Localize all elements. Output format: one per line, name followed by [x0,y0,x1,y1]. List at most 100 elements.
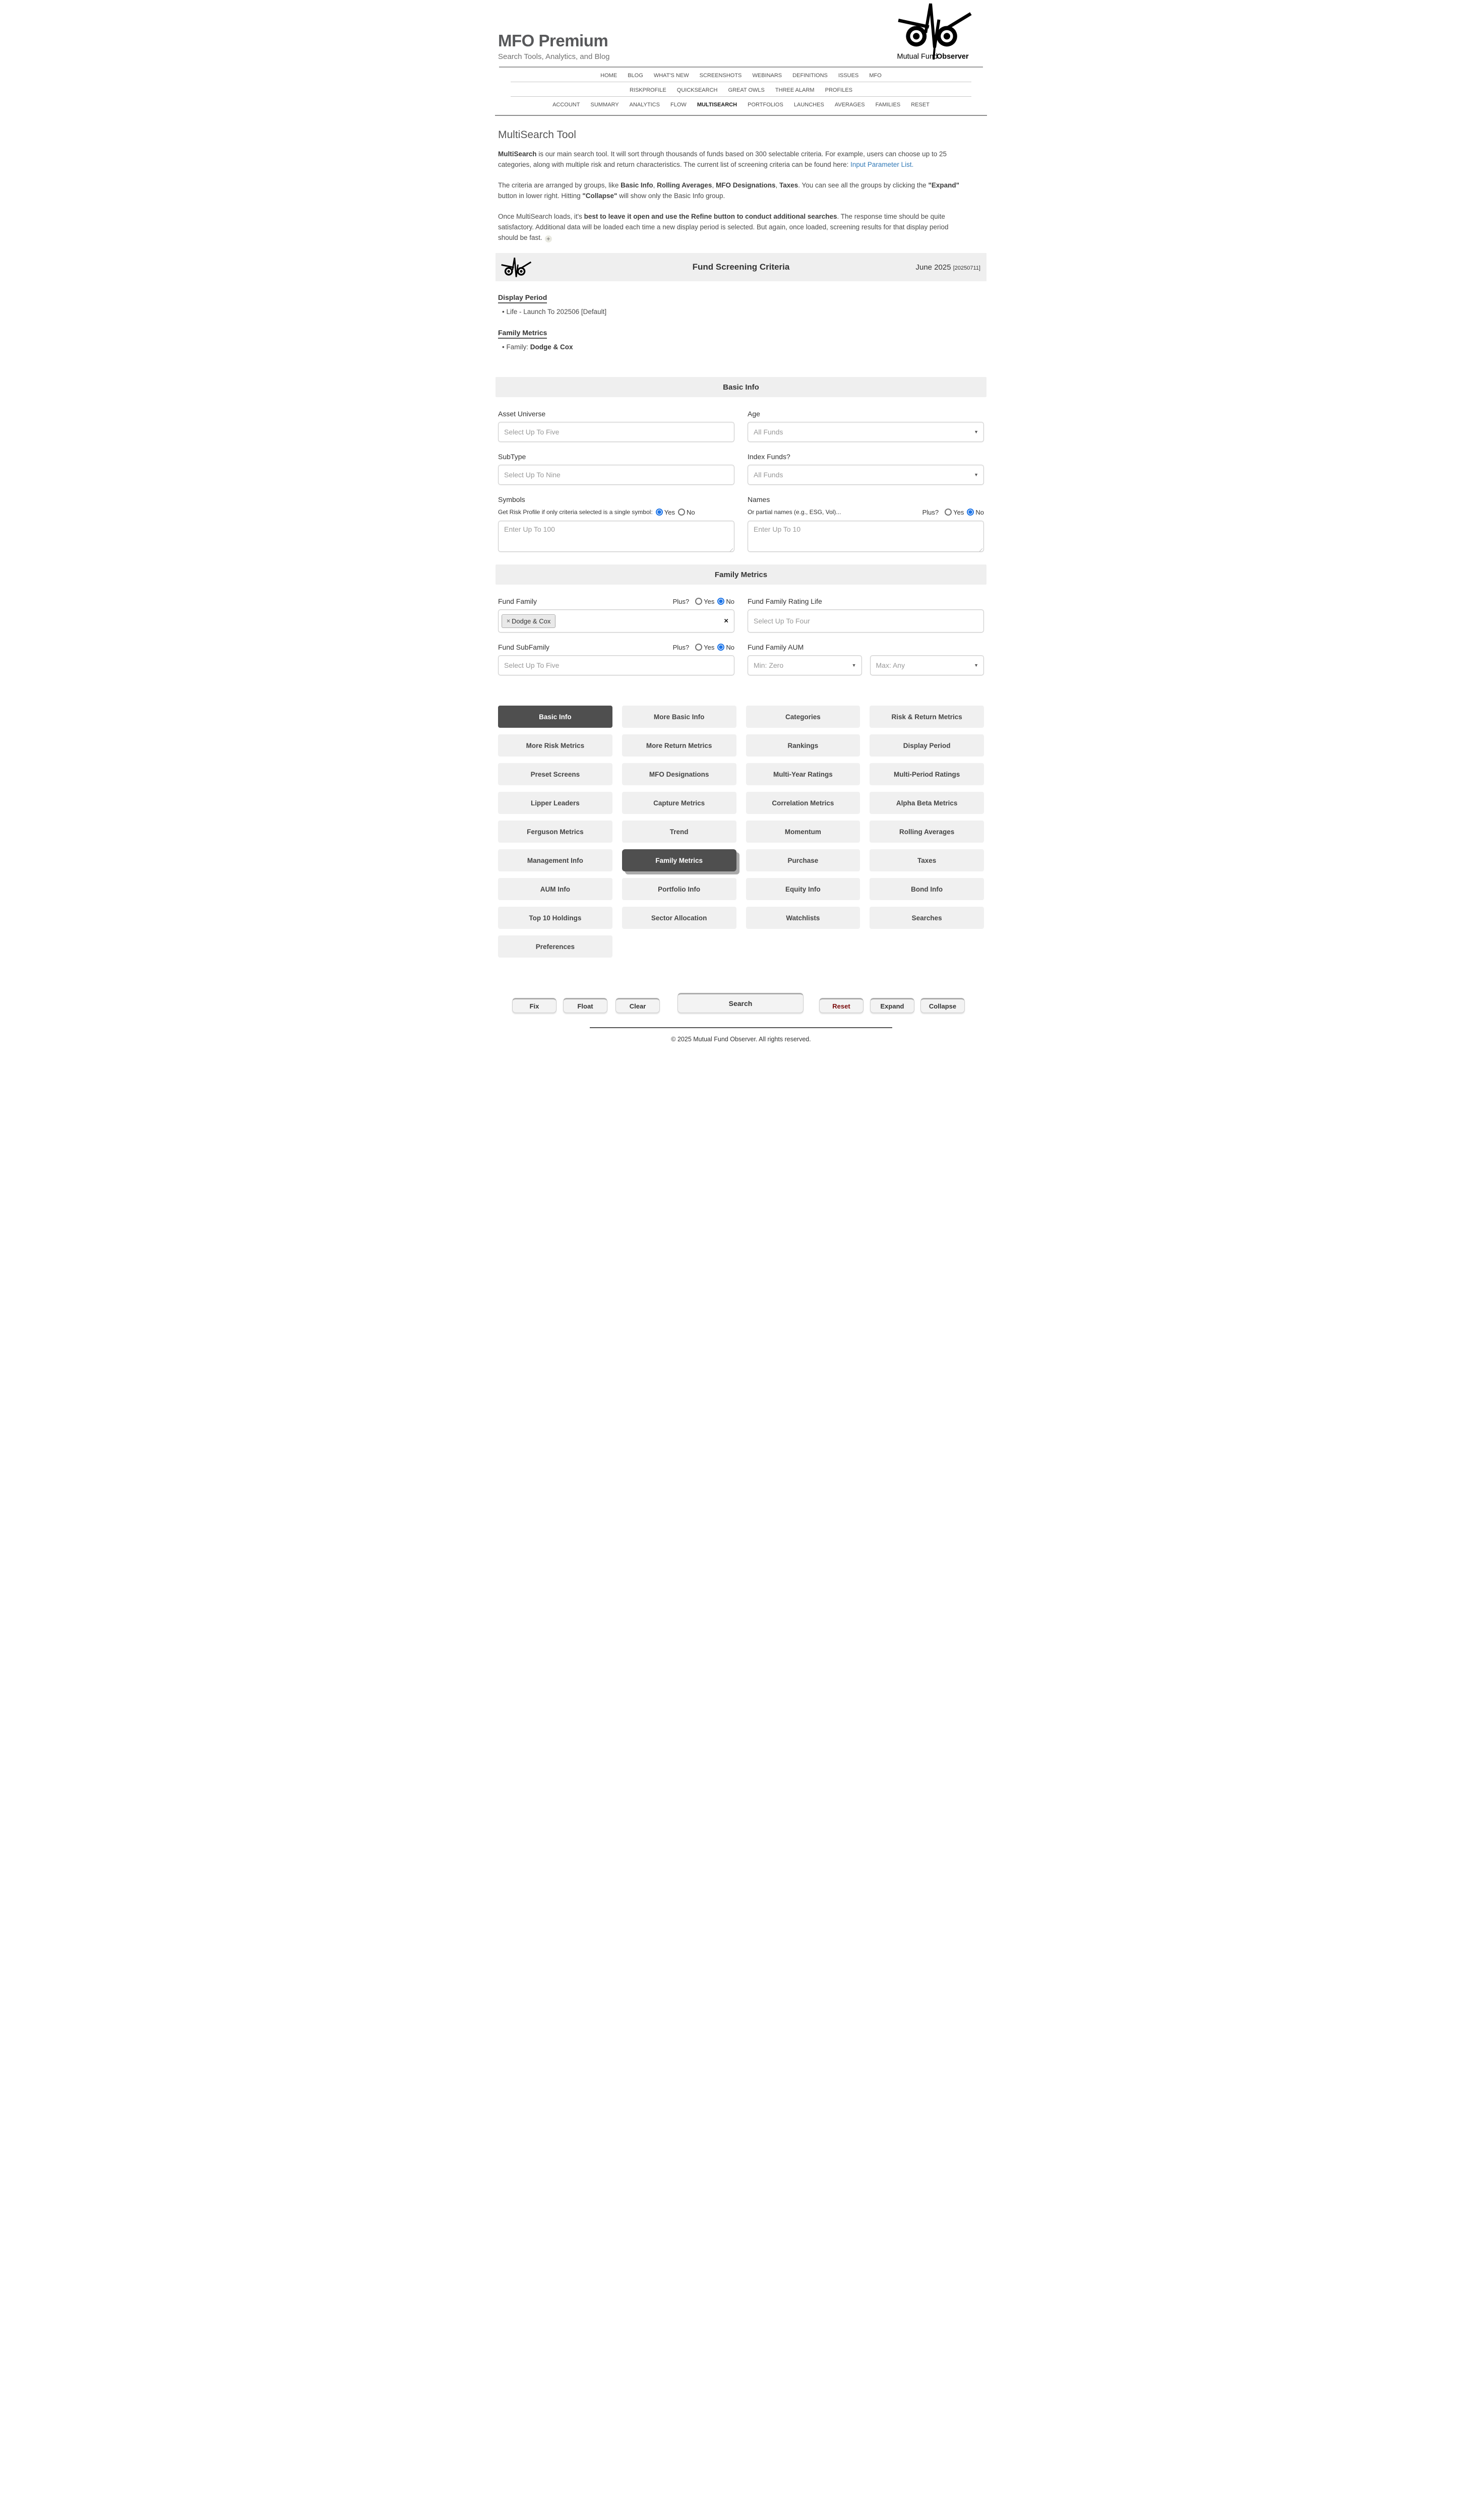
names-plus-no-label: No [975,509,984,516]
group-button-searches[interactable]: Searches [870,907,984,929]
nav-item-home[interactable]: HOME [600,73,617,79]
asset-universe-input[interactable] [498,422,734,442]
aum-max-select[interactable]: Max: Any▼ [870,655,984,675]
nav-item-mfo[interactable]: MFO [869,73,881,79]
intro2-text-3: , [712,181,716,189]
fund-family-plus-no-radio[interactable] [717,598,724,605]
nav-item-families[interactable]: FAMILIES [876,102,901,108]
group-button-rolling-averages[interactable]: Rolling Averages [870,821,984,843]
nav-item-great-owls[interactable]: GREAT OWLS [728,87,765,93]
nav-item-whats-new[interactable]: WHAT'S NEW [654,73,689,79]
group-button-management-info[interactable]: Management Info [498,849,612,871]
group-button-lipper-leaders[interactable]: Lipper Leaders [498,792,612,814]
group-button-rankings[interactable]: Rankings [746,734,860,757]
nav-item-issues[interactable]: ISSUES [838,73,858,79]
input-parameter-list-link[interactable]: Input Parameter List. [850,161,913,168]
nav-item-riskprofile[interactable]: RISKPROFILE [630,87,666,93]
fund-family-field: Fund Family Plus? Yes No ×Dodge & Cox × [498,597,734,633]
names-textarea[interactable] [748,521,984,552]
display-period-heading: Display Period [498,293,547,303]
group-button-more-basic-info[interactable]: More Basic Info [622,706,736,728]
collapse-button[interactable]: Collapse [920,998,965,1013]
family-metrics-item-label: Family: [506,343,530,351]
nav-item-quicksearch[interactable]: QUICKSEARCH [677,87,718,93]
group-button-risk-return-metrics[interactable]: Risk & Return Metrics [870,706,984,728]
nav-item-launches[interactable]: LAUNCHES [794,102,824,108]
aum-min-select[interactable]: Min: Zero▼ [748,655,862,675]
fund-subfamily-plus-yes-radio[interactable] [695,644,702,651]
nav-item-averages[interactable]: AVERAGES [835,102,865,108]
nav-item-screenshots[interactable]: SCREENSHOTS [700,73,742,79]
search-button[interactable]: Search [677,993,804,1013]
nav-item-profiles[interactable]: PROFILES [825,87,852,93]
float-button[interactable]: Float [563,998,607,1013]
group-button-momentum[interactable]: Momentum [746,821,860,843]
nav-item-three-alarm[interactable]: THREE ALARM [775,87,815,93]
nav-item-summary[interactable]: SUMMARY [591,102,619,108]
clear-button[interactable]: Clear [615,998,660,1013]
nav-item-blog[interactable]: BLOG [628,73,643,79]
group-button-mfo-designations[interactable]: MFO Designations [622,763,736,785]
group-button-watchlists[interactable]: Watchlists [746,907,860,929]
group-button-categories[interactable]: Categories [746,706,860,728]
age-select[interactable]: All Funds▼ [748,422,984,442]
symbols-textarea[interactable] [498,521,734,552]
nav-item-portfolios[interactable]: PORTFOLIOS [748,102,783,108]
tag-remove-icon[interactable]: × [507,617,510,624]
group-button-trend[interactable]: Trend [622,821,736,843]
group-button-taxes[interactable]: Taxes [870,849,984,871]
symbols-no-radio[interactable] [678,509,685,516]
group-button-capture-metrics[interactable]: Capture Metrics [622,792,736,814]
expand-button[interactable]: Expand [870,998,914,1013]
intro-paragraph-2: The criteria are arranged by groups, lik… [498,180,967,202]
group-button-more-return-metrics[interactable]: More Return Metrics [622,734,736,757]
expand-note-plus-icon[interactable]: + [545,235,552,242]
intro-paragraph-3: Once MultiSearch loads, it's best to lea… [498,212,967,243]
nav-item-definitions[interactable]: DEFINITIONS [792,73,828,79]
nav-item-account[interactable]: ACCOUNT [552,102,580,108]
group-button-preferences[interactable]: Preferences [498,935,612,958]
fund-screening-criteria-bar: Fund Screening Criteria June 2025 [20250… [496,253,986,281]
intro2-text-5: . You can see all the groups by clicking… [798,181,928,189]
group-button-sector-allocation[interactable]: Sector Allocation [622,907,736,929]
group-button-alpha-beta-metrics[interactable]: Alpha Beta Metrics [870,792,984,814]
group-button-basic-info[interactable]: Basic Info [498,706,612,728]
subtype-input[interactable] [498,465,734,485]
asset-universe-label: Asset Universe [498,410,545,418]
fund-subfamily-input[interactable] [498,655,734,675]
fund-family-multiselect[interactable]: ×Dodge & Cox × [498,609,734,633]
group-button-purchase[interactable]: Purchase [746,849,860,871]
clear-field-icon[interactable]: × [724,617,728,625]
group-button-top-10-holdings[interactable]: Top 10 Holdings [498,907,612,929]
svg-text:Observer: Observer [937,53,969,61]
group-button-preset-screens[interactable]: Preset Screens [498,763,612,785]
fund-family-aum-field: Fund Family AUM Min: Zero▼ Max: Any▼ [748,643,984,675]
names-plus-no-radio[interactable] [967,509,974,516]
nav-item-reset[interactable]: RESET [911,102,930,108]
symbols-yes-radio[interactable] [656,509,663,516]
names-field: Names Or partial names (e.g., ESG, Vol).… [748,495,984,554]
group-button-more-risk-metrics[interactable]: More Risk Metrics [498,734,612,757]
group-button-portfolio-info[interactable]: Portfolio Info [622,878,736,900]
group-button-multi-year-ratings[interactable]: Multi-Year Ratings [746,763,860,785]
group-button-multi-period-ratings[interactable]: Multi-Period Ratings [870,763,984,785]
nav-item-multisearch[interactable]: MULTISEARCH [697,102,737,108]
group-button-correlation-metrics[interactable]: Correlation Metrics [746,792,860,814]
symbols-yes-label: Yes [664,509,675,516]
group-button-family-metrics[interactable]: Family Metrics [622,849,736,871]
group-button-bond-info[interactable]: Bond Info [870,878,984,900]
fund-family-rating-life-input[interactable] [748,609,984,633]
group-button-aum-info[interactable]: AUM Info [498,878,612,900]
reset-button[interactable]: Reset [819,998,863,1013]
group-button-display-period[interactable]: Display Period [870,734,984,757]
group-button-equity-info[interactable]: Equity Info [746,878,860,900]
nav-item-flow[interactable]: FLOW [670,102,687,108]
fund-subfamily-plus-no-radio[interactable] [717,644,724,651]
fix-button[interactable]: Fix [512,998,557,1013]
nav-item-analytics[interactable]: ANALYTICS [630,102,660,108]
fund-family-plus-yes-radio[interactable] [695,598,702,605]
names-plus-yes-radio[interactable] [945,509,952,516]
group-button-ferguson-metrics[interactable]: Ferguson Metrics [498,821,612,843]
nav-item-webinars[interactable]: WEBINARS [752,73,782,79]
index-funds-select[interactable]: All Funds▼ [748,465,984,485]
